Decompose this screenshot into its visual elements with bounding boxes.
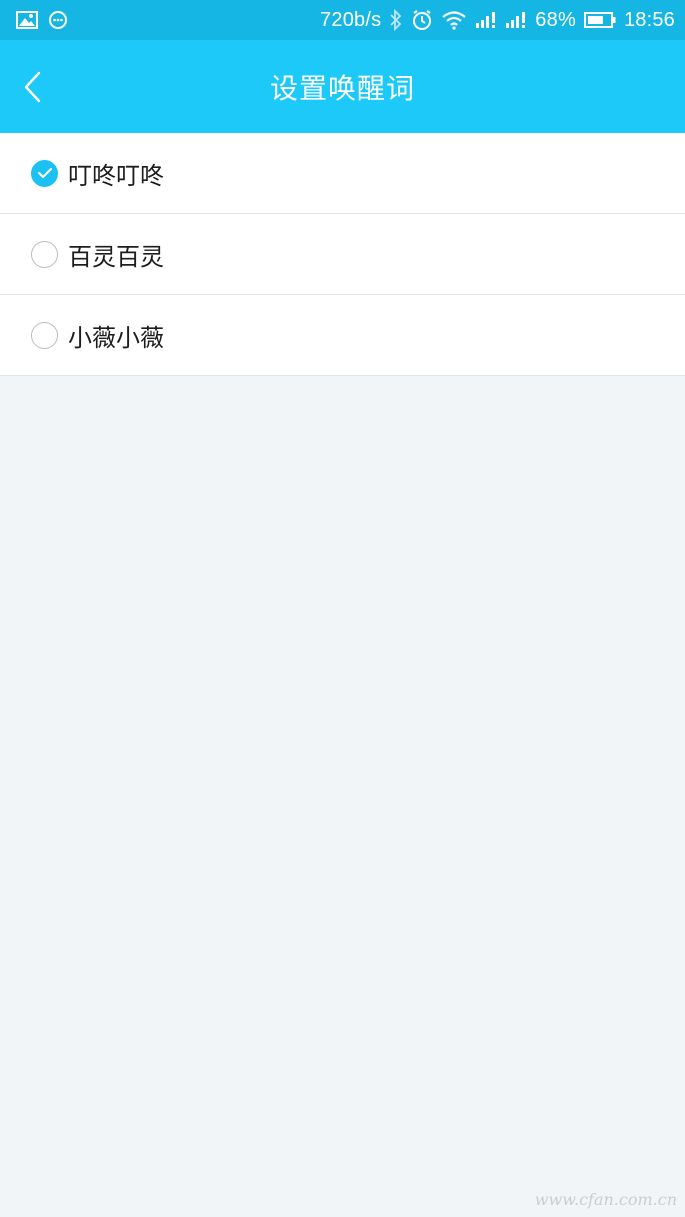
wake-word-option-dingdong[interactable]: 叮咚叮咚 xyxy=(0,133,685,213)
wake-word-option-bailing[interactable]: 百灵百灵 xyxy=(0,213,685,294)
wifi-icon xyxy=(441,10,467,30)
message-icon xyxy=(48,10,68,30)
page-title: 设置唤醒词 xyxy=(269,71,415,105)
status-right: 720b/s 68% 18:56 xyxy=(320,9,675,32)
back-button[interactable] xyxy=(10,62,56,112)
status-left xyxy=(16,10,68,30)
chevron-left-icon xyxy=(23,70,43,104)
watermark: www.cfan.com.cn xyxy=(534,1190,677,1209)
bluetooth-icon xyxy=(389,9,403,31)
battery-icon xyxy=(583,11,616,29)
network-speed: 720b/s xyxy=(320,8,382,31)
radio-unchecked-icon[interactable] xyxy=(31,321,58,349)
image-icon xyxy=(16,11,38,29)
signal-2-icon xyxy=(505,11,527,29)
wake-word-list: 叮咚叮咚 百灵百灵 小薇小薇 xyxy=(0,133,685,376)
alarm-icon xyxy=(411,9,433,31)
radio-checked-icon[interactable] xyxy=(31,159,58,187)
clock: 18:56 xyxy=(623,8,675,31)
radio-unchecked-icon[interactable] xyxy=(31,240,58,268)
wake-word-label: 百灵百灵 xyxy=(68,242,164,271)
wake-word-label: 叮咚叮咚 xyxy=(68,161,164,190)
signal-1-icon xyxy=(475,11,497,29)
status-bar: 720b/s 68% 18:56 xyxy=(0,0,685,40)
wake-word-label: 小薇小薇 xyxy=(68,323,164,352)
app-bar: 设置唤醒词 xyxy=(0,40,685,133)
battery-percent: 68% xyxy=(535,8,576,31)
wake-word-option-xiaowei[interactable]: 小薇小薇 xyxy=(0,294,685,375)
